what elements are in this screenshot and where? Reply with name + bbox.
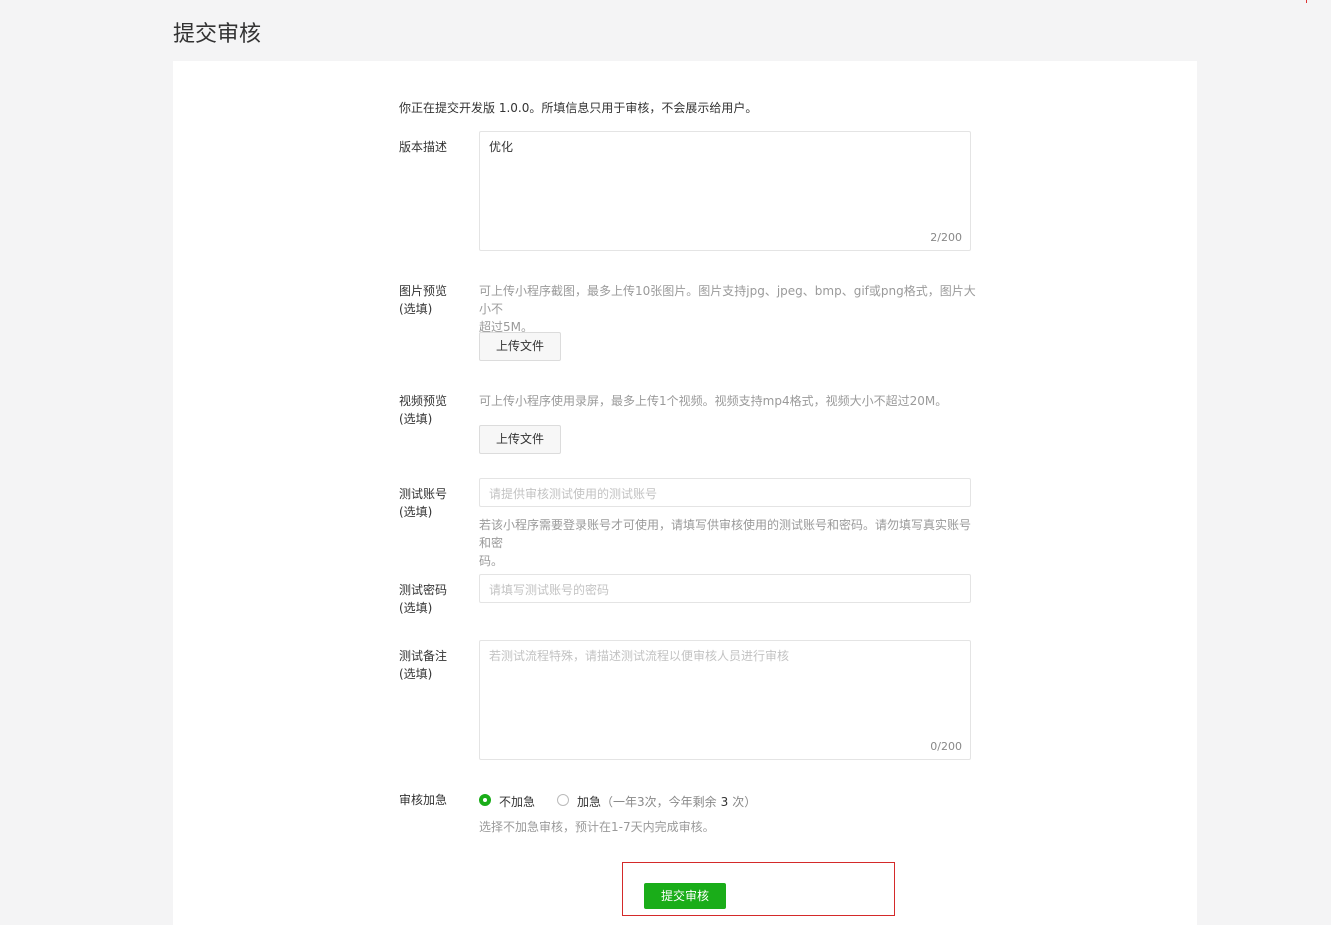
version-desc-counter: 2/200	[930, 231, 962, 244]
video-upload-button[interactable]: 上传文件	[479, 425, 561, 454]
review-form-card: 你正在提交开发版 1.0.0。所填信息只用于审核，不会展示给用户。 版本描述 优…	[173, 61, 1197, 925]
urgent-hint: 选择不加急审核，预计在1-7天内完成审核。	[479, 820, 715, 834]
test-account-placeholder: 请提供审核测试使用的测试账号	[489, 487, 658, 501]
version-desc-textarea[interactable]: 优化 2/200	[479, 131, 971, 251]
submit-notice: 你正在提交开发版 1.0.0。所填信息只用于审核，不会展示给用户。	[399, 101, 758, 115]
test-password-placeholder: 请填写测试账号的密码	[489, 583, 610, 597]
test-notes-placeholder: 若测试流程特殊，请描述测试流程以便审核人员进行审核	[489, 649, 790, 663]
page: 提交审核 你正在提交开发版 1.0.0。所填信息只用于审核，不会展示给用户。 版…	[0, 0, 1331, 925]
radio-not-urgent[interactable]: 不加急	[479, 793, 539, 811]
radio-urgent[interactable]: 加急 （一年3次，今年剩余 3 次）	[557, 793, 757, 811]
test-account-label: 测试账号 (选填)	[399, 487, 448, 519]
test-notes-counter: 0/200	[930, 740, 962, 753]
video-preview-hint: 可上传小程序使用录屏，最多上传1个视频。视频支持mp4格式，视频大小不超过20M…	[479, 394, 948, 408]
video-preview-label: 视频预览 (选填)	[399, 394, 448, 426]
image-upload-button[interactable]: 上传文件	[479, 332, 561, 361]
test-password-label: 测试密码 (选填)	[399, 583, 448, 615]
test-notes-textarea[interactable]: 若测试流程特殊，请描述测试流程以便审核人员进行审核 0/200	[479, 640, 971, 760]
image-preview-label: 图片预览 (选填)	[399, 284, 448, 316]
version-desc-value: 优化	[489, 140, 514, 154]
test-account-hint: 若该小程序需要登录账号才可使用，请填写供审核使用的测试账号和密码。请勿填写真实账…	[479, 518, 972, 568]
radio-urgent-label: 加急	[577, 795, 602, 809]
image-preview-hint: 可上传小程序截图，最多上传10张图片。图片支持jpg、jpeg、bmp、gif或…	[479, 284, 976, 334]
submit-review-button[interactable]: 提交审核	[644, 883, 726, 909]
corner-marker	[1306, 0, 1307, 3]
radio-not-urgent-label: 不加急	[499, 795, 536, 809]
test-account-input[interactable]: 请提供审核测试使用的测试账号	[479, 478, 971, 507]
radio-checked-icon	[479, 794, 491, 806]
test-password-input[interactable]: 请填写测试账号的密码	[479, 574, 971, 603]
urgent-remaining-count: 3	[720, 795, 729, 809]
urgent-quota-note: （一年3次，今年剩余 3 次）	[601, 795, 757, 809]
radio-unchecked-icon	[557, 794, 569, 806]
page-title: 提交审核	[173, 22, 262, 47]
test-notes-label: 测试备注 (选填)	[399, 649, 448, 681]
urgent-label: 审核加急	[399, 793, 448, 807]
version-desc-label: 版本描述	[399, 140, 448, 154]
